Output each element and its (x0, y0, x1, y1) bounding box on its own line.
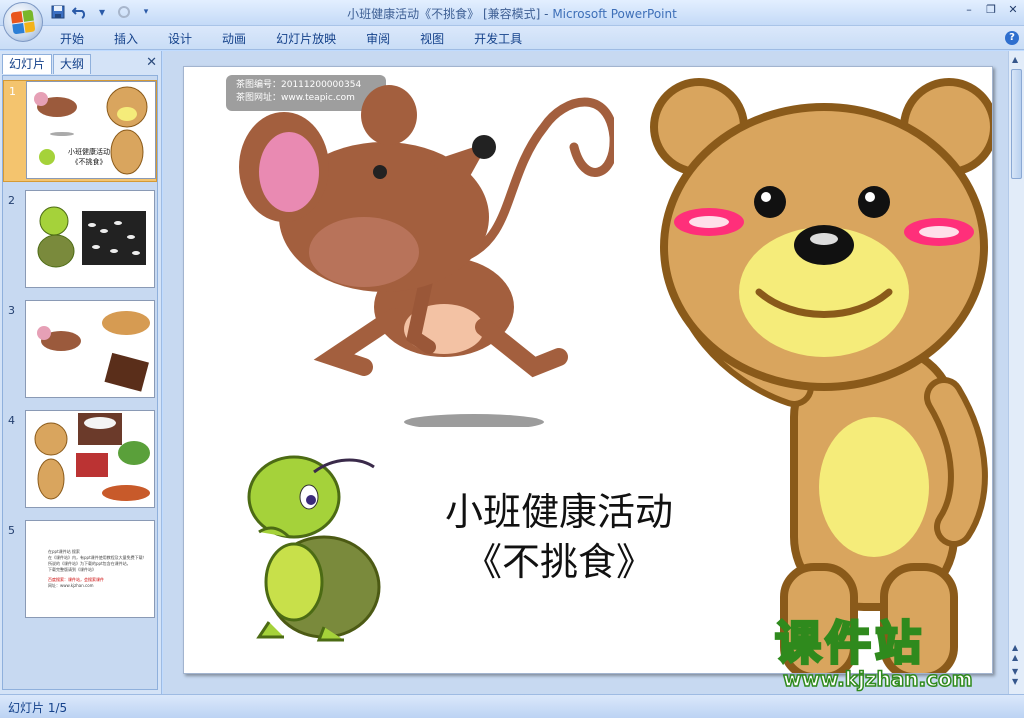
thumb-image: 在ppt课件站 搜索 在《课件站》内，有ppt课件使用教程及大量免费下载！ 所说… (25, 520, 155, 618)
thumb-image (25, 300, 155, 398)
scroll-up-icon[interactable]: ▲ (1012, 55, 1018, 64)
scroll-thumb[interactable] (1011, 69, 1022, 179)
thumb-illustration: 小班健康活动 《不挑食》 (34, 86, 148, 175)
current-slide[interactable]: 茶图编号：20111200000354 茶图网址：www.teapic.com (183, 66, 993, 674)
thumb-image (25, 410, 155, 508)
close-icon[interactable]: ✕ (1006, 3, 1020, 17)
status-bar: 幻灯片 1/5 (0, 694, 1024, 718)
slide-thumbnail-2[interactable]: 2 (3, 190, 157, 292)
office-logo-icon (10, 9, 36, 35)
slide-title[interactable]: 小班健康活动 《不挑食》 (394, 487, 724, 587)
tab-view[interactable]: 视图 (420, 30, 444, 47)
thumb-title-line1: 小班健康活动 (68, 147, 110, 156)
brand-url: www.kjzhan.com (782, 667, 973, 691)
thumb-image (25, 190, 155, 288)
thumb5-line: 网址：www.kjzhan.com (48, 583, 94, 588)
document-title: 小班健康活动《不挑食》 [兼容模式] - (347, 7, 553, 21)
tab-slides[interactable]: 幻灯片 (2, 54, 53, 74)
mouse-illustration (239, 85, 614, 427)
slide-indicator: 幻灯片 1/5 (8, 701, 68, 715)
tab-animation[interactable]: 动画 (222, 30, 246, 47)
thumb-image: 小班健康活动 《不挑食》 (26, 81, 156, 179)
slide-number: 1 (9, 85, 16, 98)
turtle-illustration (247, 455, 381, 642)
ribbon-tabs: 开始 插入 设计 动画 幻灯片放映 审阅 视图 开发工具 (60, 30, 552, 47)
slide-thumbnails: 1 小班健康活动 《不挑食》 2 3 4 5 在ppt课件站 搜索 在《课件站》… (2, 75, 158, 690)
title-bar: ▾ ▾ 小班健康活动《不挑食》 [兼容模式] - Microsoft Power… (0, 0, 1024, 42)
vertical-scrollbar[interactable]: ▲ ▲ ▲ ▼ ▼ (1008, 51, 1024, 694)
office-button[interactable] (3, 2, 43, 42)
window-controls: – ❐ ✕ (962, 3, 1020, 17)
minimize-icon[interactable]: – (962, 3, 976, 17)
thumb5-text: 在ppt课件站 搜索 在《课件站》内，有ppt课件使用教程及大量免费下载！ 所说… (48, 549, 152, 589)
slides-panel: 幻灯片 大纲 ✕ 1 小班健康活动 《不挑食》 2 3 4 5 在ppt课件站 … (0, 51, 162, 694)
restore-icon[interactable]: ❐ (984, 3, 998, 17)
slide-thumbnail-5[interactable]: 5 在ppt课件站 搜索 在《课件站》内，有ppt课件使用教程及大量免费下载！ … (3, 520, 157, 622)
tab-home[interactable]: 开始 (60, 30, 84, 47)
slide-number: 5 (8, 524, 15, 537)
ribbon-tabs-bar: 开始 插入 设计 动画 幻灯片放映 审阅 视图 开发工具 ? (0, 26, 1024, 50)
close-panel-icon[interactable]: ✕ (146, 55, 157, 70)
slide-title-line1: 小班健康活动 (444, 490, 673, 534)
tab-review[interactable]: 审阅 (366, 30, 390, 47)
slide-editing-area: 茶图编号：20111200000354 茶图网址：www.teapic.com (163, 51, 1008, 694)
slide-number: 4 (8, 414, 15, 427)
window-title: 小班健康活动《不挑食》 [兼容模式] - Microsoft PowerPoin… (0, 5, 1024, 22)
tab-slideshow[interactable]: 幻灯片放映 (276, 30, 336, 47)
slide-thumbnail-1[interactable]: 1 小班健康活动 《不挑食》 (3, 80, 157, 182)
slide-thumbnail-3[interactable]: 3 (3, 300, 157, 402)
slide-thumbnail-4[interactable]: 4 (3, 410, 157, 512)
tab-outline[interactable]: 大纲 (53, 54, 92, 74)
tab-developer[interactable]: 开发工具 (474, 30, 522, 47)
slide-number: 2 (8, 194, 15, 207)
thumb-illustration (34, 413, 150, 501)
slide-title-line2: 《不挑食》 (463, 540, 654, 584)
thumb-illustration (37, 206, 146, 268)
kjzhan-logo: 课件站 www.kjzhan.com (774, 616, 1015, 691)
thumb5-line: 下载完整版请到《课件站》 (48, 567, 96, 572)
tab-design[interactable]: 设计 (168, 30, 192, 47)
slide-number: 3 (8, 304, 15, 317)
thumb-illustration (37, 311, 150, 392)
app-name: Microsoft PowerPoint (552, 7, 677, 21)
brand-name: 课件站 (774, 616, 925, 670)
thumb-title-line2: 《不挑食》 (72, 157, 107, 166)
tab-insert[interactable]: 插入 (114, 30, 138, 47)
help-icon[interactable]: ? (1005, 31, 1019, 45)
panel-tabs: 幻灯片 大纲 (2, 54, 158, 74)
